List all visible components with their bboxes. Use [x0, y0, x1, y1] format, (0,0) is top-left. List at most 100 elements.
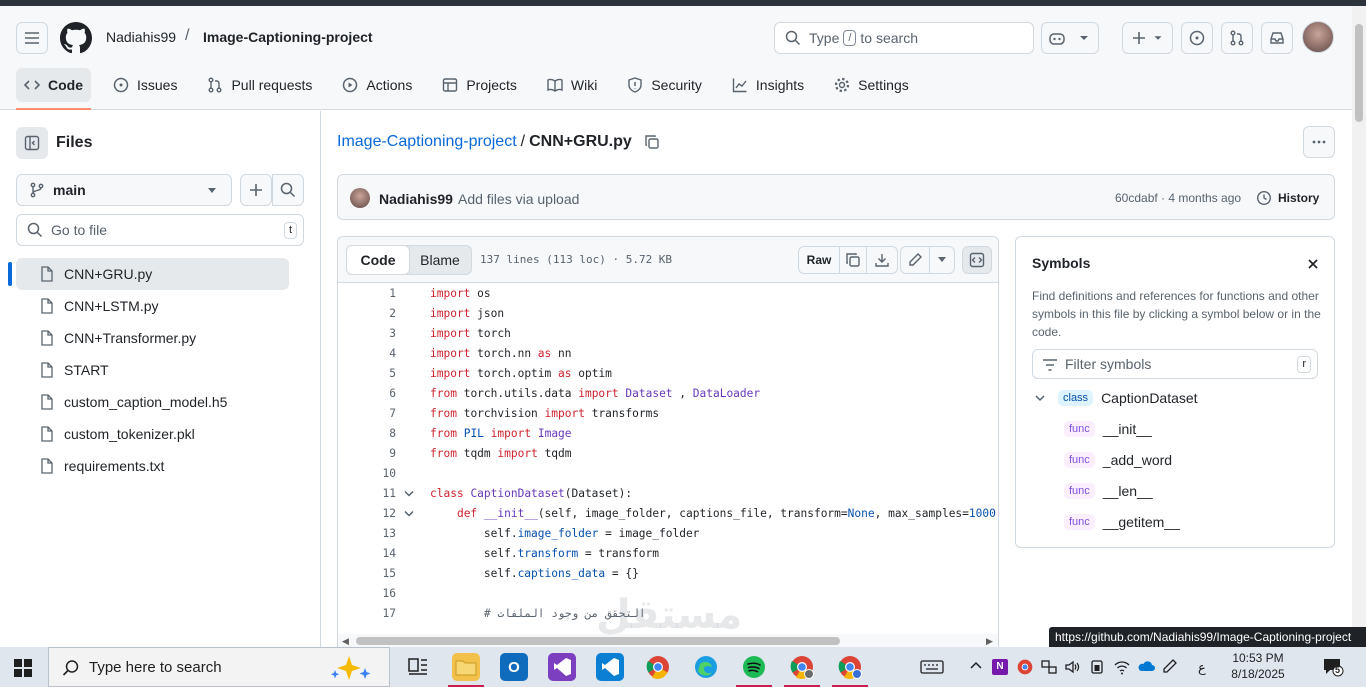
line-number[interactable]: 17 [338, 604, 396, 624]
line-number[interactable]: 9 [338, 444, 396, 464]
visual-studio-icon[interactable] [548, 653, 576, 681]
branch-selector[interactable]: main [16, 174, 232, 206]
line-number[interactable]: 2 [338, 304, 396, 324]
line-number[interactable]: 5 [338, 364, 396, 384]
breadcrumb-owner[interactable]: Nadiahis99 [106, 29, 176, 45]
tab-projects[interactable]: Projects [434, 68, 525, 102]
commit-author[interactable]: Nadiahis99 [379, 191, 453, 207]
filter-symbols-input[interactable]: Filter symbols r [1032, 349, 1318, 379]
code-lines[interactable]: 1 import os 2 import json 3 import torch 4 impo… [338, 284, 998, 634]
windows-start-icon[interactable] [14, 659, 32, 677]
system-clock[interactable]: 10:53 PM 8/18/2025 [1222, 650, 1294, 682]
tab-settings[interactable]: Settings [826, 68, 917, 102]
search-files-button[interactable] [272, 174, 304, 206]
chevron-down-icon[interactable] [1034, 392, 1046, 404]
wifi-icon[interactable] [1113, 659, 1131, 675]
menu-button[interactable] [16, 22, 48, 54]
line-number[interactable]: 7 [338, 404, 396, 424]
copy-icon[interactable] [644, 134, 660, 150]
file-item[interactable]: CNN+GRU.py [8, 258, 289, 290]
input-language-indicator[interactable]: ع [1198, 660, 1206, 676]
line-number[interactable]: 8 [338, 424, 396, 444]
github-logo-icon[interactable] [60, 22, 92, 54]
tab-pull-requests[interactable]: Pull requests [199, 68, 320, 102]
line-number[interactable]: 16 [338, 584, 396, 604]
chrome-tray-icon[interactable] [1017, 659, 1033, 675]
file-item[interactable]: CNN+Transformer.py [16, 322, 289, 354]
your-issues-button[interactable] [1181, 22, 1213, 54]
tab-security[interactable]: Security [619, 68, 710, 102]
symbol-item[interactable]: func __getitem__ [1064, 514, 1180, 530]
line-number[interactable]: 11 [338, 484, 396, 504]
display-switch-icon[interactable] [1041, 659, 1057, 675]
line-number[interactable]: 3 [338, 324, 396, 344]
symbol-item[interactable]: func _add_word [1064, 452, 1172, 468]
commit-hash-time[interactable]: 60cdabf · 4 months ago [1115, 191, 1241, 205]
outlook-icon[interactable]: O [500, 653, 528, 681]
close-symbols-button[interactable] [1302, 253, 1324, 275]
onenote-icon[interactable]: N [992, 659, 1008, 675]
horizontal-scroll-thumb[interactable] [356, 637, 840, 645]
file-path-repo-link[interactable]: Image-Captioning-project [337, 133, 517, 151]
battery-icon[interactable] [1089, 659, 1105, 675]
tab-code[interactable]: Code [16, 68, 91, 110]
onedrive-icon[interactable] [1137, 659, 1155, 673]
line-number[interactable]: 13 [338, 524, 396, 544]
history-button[interactable]: History [1256, 190, 1319, 206]
chrome-profile-icon[interactable] [784, 653, 820, 687]
line-number[interactable]: 4 [338, 344, 396, 364]
tab-blame-view[interactable]: Blame [409, 246, 471, 274]
symbol-item[interactable]: func __len__ [1064, 483, 1153, 499]
symbols-panel-toggle[interactable] [962, 246, 992, 274]
notification-center-button[interactable]: 5 [1322, 657, 1344, 682]
line-number[interactable]: 14 [338, 544, 396, 564]
line-number[interactable]: 15 [338, 564, 396, 584]
file-item[interactable]: CNN+LSTM.py [16, 290, 289, 322]
symbol-item[interactable]: func __init__ [1064, 421, 1152, 437]
taskbar-search-input[interactable]: Type here to search [48, 647, 390, 687]
edit-file-button[interactable] [900, 246, 930, 274]
chrome-profile-n-icon[interactable] [832, 653, 868, 687]
go-to-file-input[interactable]: Go to file t [16, 214, 304, 246]
file-item[interactable]: requirements.txt [16, 450, 289, 482]
line-number[interactable]: 12 [338, 504, 396, 524]
file-item[interactable]: custom_tokenizer.pkl [16, 418, 289, 450]
edit-options-dropdown[interactable] [929, 246, 955, 274]
tab-actions[interactable]: Actions [334, 68, 420, 102]
line-number[interactable]: 10 [338, 464, 396, 484]
symbol-item[interactable]: class CaptionDataset [1034, 390, 1198, 406]
file-explorer-icon[interactable] [448, 653, 484, 687]
your-pull-requests-button[interactable] [1221, 22, 1253, 54]
file-item[interactable]: custom_caption_model.h5 [16, 386, 289, 418]
breadcrumb-repo[interactable]: Image-Captioning-project [203, 29, 373, 45]
scroll-left-arrow-icon[interactable]: ◀ [342, 636, 349, 647]
scroll-right-arrow-icon[interactable]: ▶ [986, 636, 993, 647]
tab-issues[interactable]: Issues [105, 68, 185, 102]
commit-message[interactable]: Add files via upload [458, 191, 579, 207]
tab-insights[interactable]: Insights [724, 68, 812, 102]
raw-button[interactable]: Raw [798, 246, 840, 274]
file-item[interactable]: START [16, 354, 289, 386]
copy-raw-button[interactable] [839, 246, 867, 274]
tab-code-view[interactable]: Code [346, 245, 410, 275]
more-options-button[interactable] [1303, 126, 1335, 158]
page-vertical-scrollbar[interactable] [1352, 6, 1366, 647]
vertical-scroll-thumb[interactable] [1355, 24, 1363, 122]
create-new-button[interactable] [1122, 22, 1173, 54]
global-search-input[interactable]: Type / to search [774, 22, 1034, 54]
task-view-icon[interactable] [404, 653, 432, 681]
notifications-button[interactable] [1261, 22, 1293, 54]
commit-author-avatar[interactable] [350, 188, 370, 208]
download-raw-button[interactable] [866, 246, 898, 274]
line-number[interactable]: 6 [338, 384, 396, 404]
pen-icon[interactable] [1161, 659, 1177, 675]
chrome-icon[interactable] [644, 653, 672, 681]
keyboard-icon[interactable] [920, 659, 944, 675]
chevron-up-icon[interactable] [969, 659, 983, 673]
collapse-file-tree-button[interactable] [16, 127, 48, 159]
spotify-icon[interactable] [736, 653, 772, 687]
copilot-button[interactable] [1041, 22, 1099, 54]
fold-chevron-icon[interactable] [404, 490, 414, 498]
vscode-icon[interactable] [596, 653, 624, 681]
tab-wiki[interactable]: Wiki [539, 68, 605, 102]
